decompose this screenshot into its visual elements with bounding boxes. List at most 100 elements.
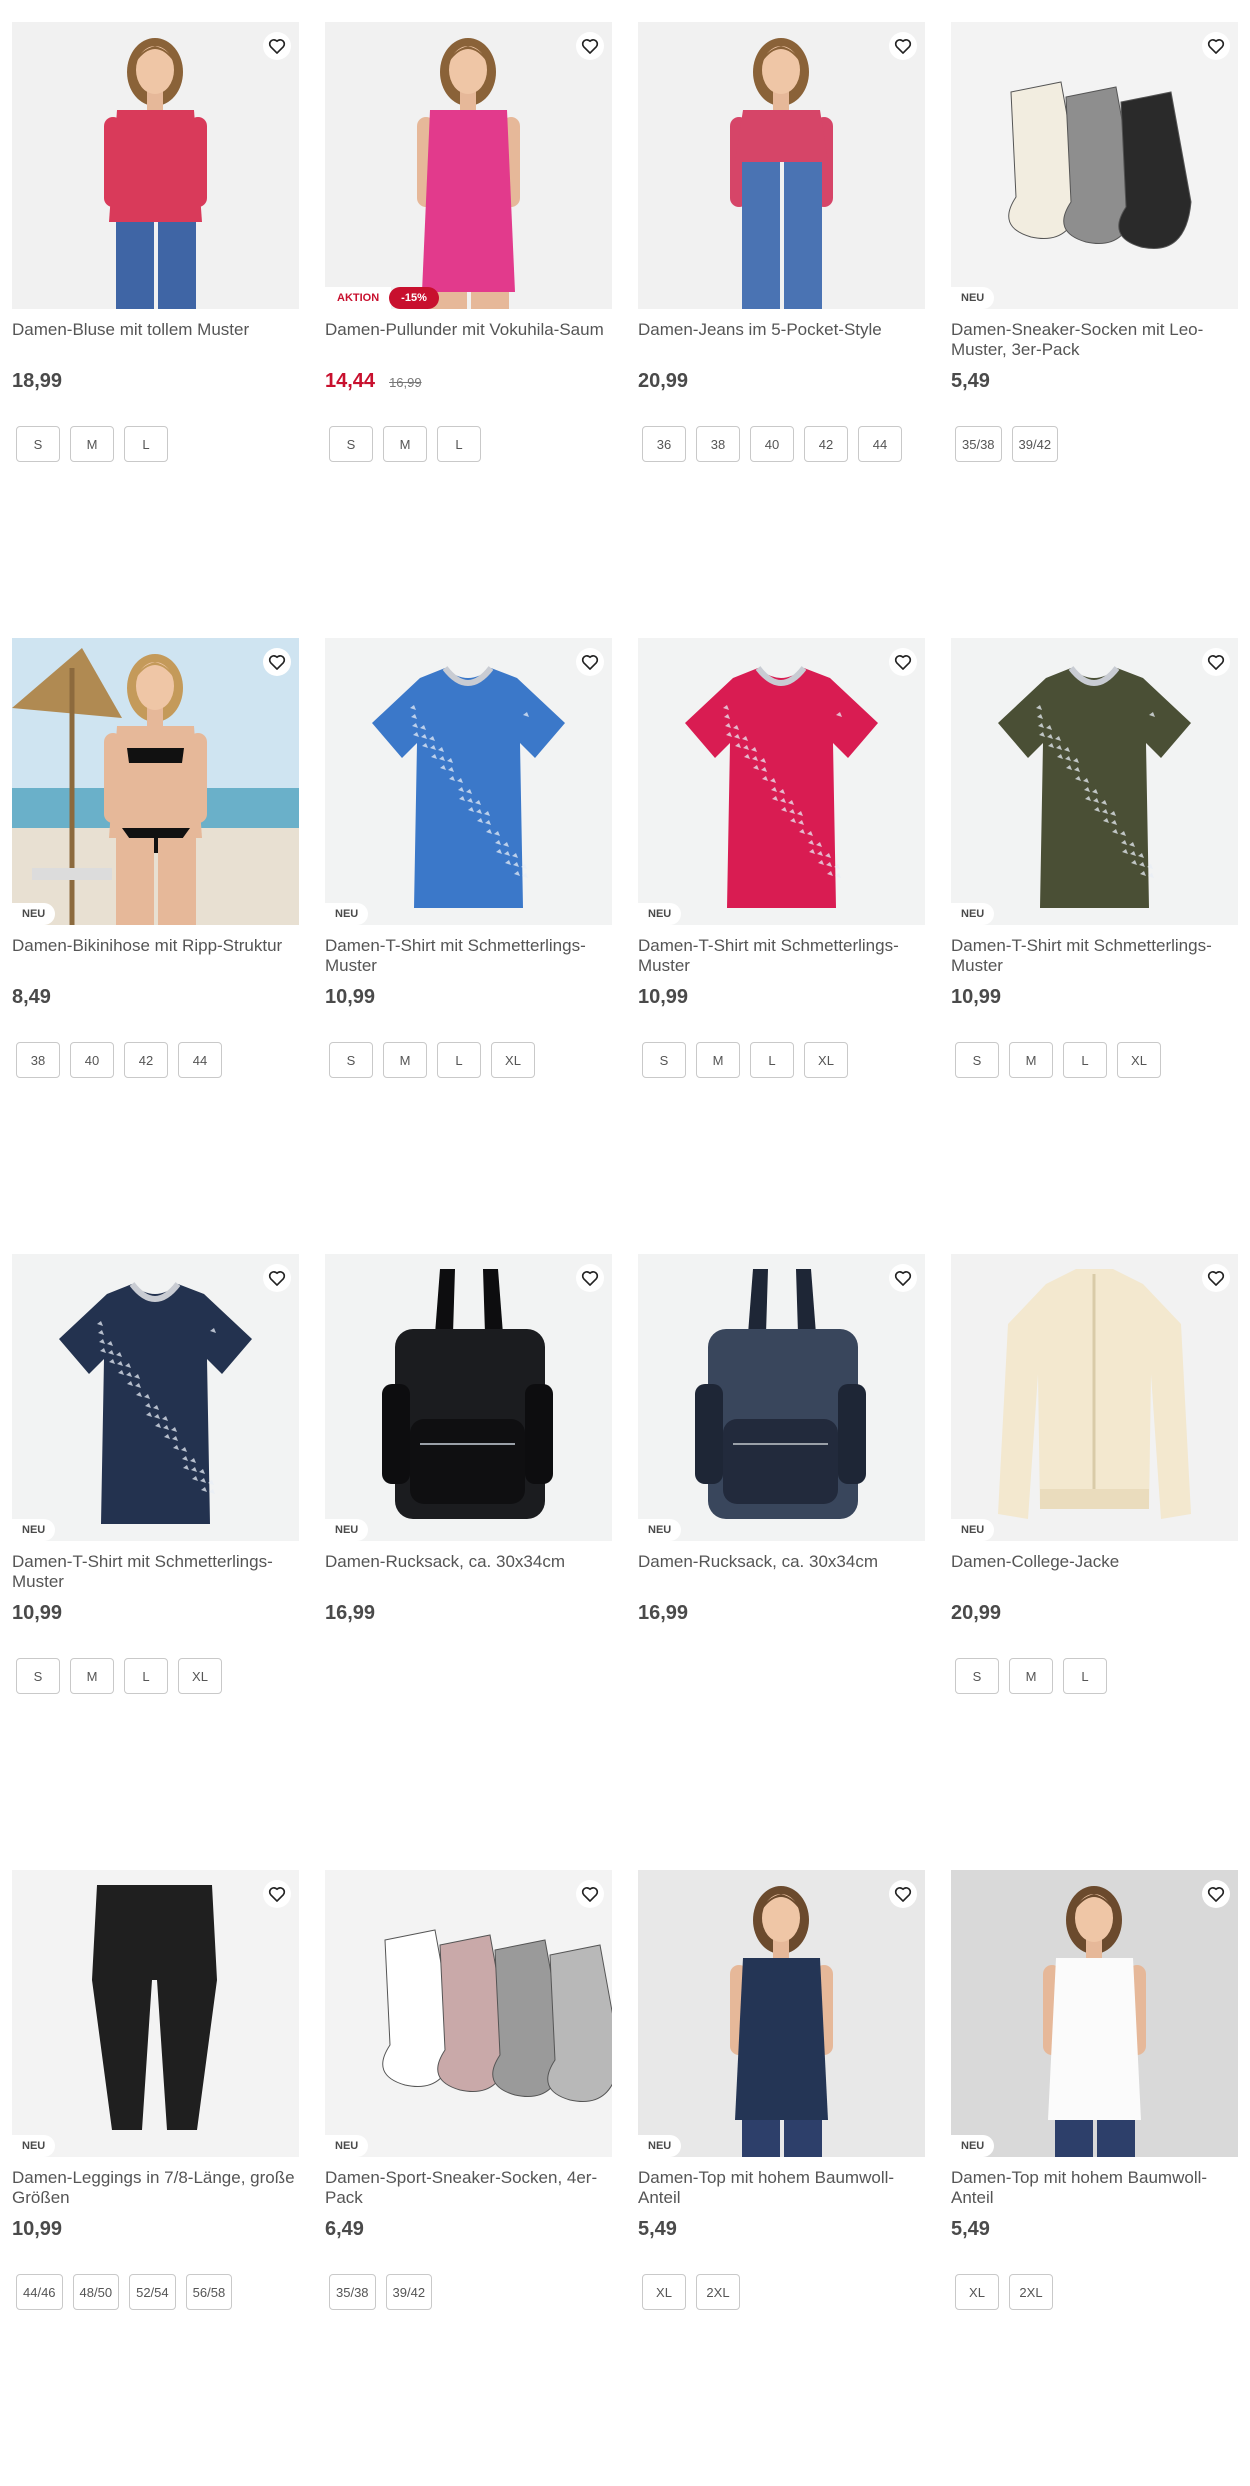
- product-image[interactable]: NEU: [638, 638, 925, 925]
- size-option[interactable]: L: [1063, 1042, 1107, 1078]
- size-option[interactable]: 52/54: [129, 2274, 176, 2310]
- size-option[interactable]: S: [16, 426, 60, 462]
- size-option[interactable]: 42: [124, 1042, 168, 1078]
- size-option[interactable]: 39/42: [1011, 426, 1059, 462]
- product-image[interactable]: NEU: [12, 1870, 299, 2157]
- size-option[interactable]: L: [437, 1042, 481, 1078]
- product-title[interactable]: Damen-Bluse mit tollem Muster: [12, 320, 299, 360]
- wishlist-heart-icon[interactable]: [1202, 32, 1230, 60]
- product-card[interactable]: NEU Damen-Sport-Sneaker-Socken, 4er-Pack…: [325, 1870, 612, 2486]
- size-option[interactable]: L: [124, 426, 168, 462]
- product-image[interactable]: NEU: [638, 1870, 925, 2157]
- size-option[interactable]: XL: [955, 2274, 999, 2310]
- size-option[interactable]: L: [124, 1658, 168, 1694]
- size-option[interactable]: S: [329, 426, 373, 462]
- size-option[interactable]: S: [16, 1658, 60, 1694]
- size-option[interactable]: 38: [696, 426, 740, 462]
- product-title[interactable]: Damen-Rucksack, ca. 30x34cm: [638, 1552, 925, 1592]
- product-image[interactable]: NEU: [951, 22, 1238, 309]
- size-option[interactable]: XL: [642, 2274, 686, 2310]
- size-option[interactable]: XL: [491, 1042, 535, 1078]
- product-card[interactable]: NEU Damen-T-Shirt mit Schmetterlings-Mus…: [325, 638, 612, 1254]
- product-title[interactable]: Damen-Sport-Sneaker-Socken, 4er-Pack: [325, 2168, 612, 2208]
- product-title[interactable]: Damen-T-Shirt mit Schmetterlings-Muster: [638, 936, 925, 976]
- wishlist-heart-icon[interactable]: [1202, 648, 1230, 676]
- size-option[interactable]: L: [750, 1042, 794, 1078]
- wishlist-heart-icon[interactable]: [576, 1264, 604, 1292]
- product-image[interactable]: [12, 22, 299, 309]
- wishlist-heart-icon[interactable]: [263, 32, 291, 60]
- product-image[interactable]: NEU: [325, 1254, 612, 1541]
- wishlist-heart-icon[interactable]: [889, 648, 917, 676]
- size-option[interactable]: L: [437, 426, 481, 462]
- size-option[interactable]: M: [1009, 1658, 1053, 1694]
- size-option[interactable]: M: [70, 426, 114, 462]
- size-option[interactable]: 2XL: [696, 2274, 740, 2310]
- product-image[interactable]: NEU: [638, 1254, 925, 1541]
- size-option[interactable]: S: [955, 1658, 999, 1694]
- product-image[interactable]: [638, 22, 925, 309]
- size-option[interactable]: XL: [804, 1042, 848, 1078]
- size-option[interactable]: 44/46: [16, 2274, 63, 2310]
- wishlist-heart-icon[interactable]: [889, 1880, 917, 1908]
- wishlist-heart-icon[interactable]: [263, 1264, 291, 1292]
- product-title[interactable]: Damen-Pullunder mit Vokuhila-Saum: [325, 320, 612, 360]
- product-image[interactable]: NEU: [951, 1254, 1238, 1541]
- size-option[interactable]: XL: [178, 1658, 222, 1694]
- size-option[interactable]: S: [329, 1042, 373, 1078]
- size-option[interactable]: M: [383, 1042, 427, 1078]
- product-title[interactable]: Damen-Jeans im 5-Pocket-Style: [638, 320, 925, 360]
- product-card[interactable]: NEU Damen-Rucksack, ca. 30x34cm 16,99: [638, 1254, 925, 1870]
- wishlist-heart-icon[interactable]: [263, 1880, 291, 1908]
- product-title[interactable]: Damen-Top mit hohem Baumwoll-Anteil: [638, 2168, 925, 2208]
- wishlist-heart-icon[interactable]: [576, 648, 604, 676]
- product-card[interactable]: AKTION -15% Damen-Pullunder mit Vokuhila…: [325, 22, 612, 638]
- size-option[interactable]: 44: [178, 1042, 222, 1078]
- wishlist-heart-icon[interactable]: [576, 32, 604, 60]
- product-card[interactable]: NEU Damen-T-Shirt mit Schmetterlings-Mus…: [12, 1254, 299, 1870]
- product-card[interactable]: NEU Damen-Top mit hohem Baumwoll-Anteil …: [951, 1870, 1238, 2486]
- size-option[interactable]: 39/42: [385, 2274, 433, 2310]
- size-option[interactable]: S: [642, 1042, 686, 1078]
- size-option[interactable]: M: [70, 1658, 114, 1694]
- product-card[interactable]: NEU Damen-T-Shirt mit Schmetterlings-Mus…: [638, 638, 925, 1254]
- size-option[interactable]: 44: [858, 426, 902, 462]
- size-option[interactable]: S: [955, 1042, 999, 1078]
- wishlist-heart-icon[interactable]: [576, 1880, 604, 1908]
- product-title[interactable]: Damen-Top mit hohem Baumwoll-Anteil: [951, 2168, 1238, 2208]
- size-option[interactable]: L: [1063, 1658, 1107, 1694]
- product-title[interactable]: Damen-T-Shirt mit Schmetterlings-Muster: [325, 936, 612, 976]
- size-option[interactable]: XL: [1117, 1042, 1161, 1078]
- product-card[interactable]: NEU Damen-T-Shirt mit Schmetterlings-Mus…: [951, 638, 1238, 1254]
- product-card[interactable]: NEU Damen-Leggings in 7/8-Länge, große G…: [12, 1870, 299, 2486]
- size-option[interactable]: M: [383, 426, 427, 462]
- product-title[interactable]: Damen-T-Shirt mit Schmetterlings-Muster: [951, 936, 1238, 976]
- wishlist-heart-icon[interactable]: [1202, 1264, 1230, 1292]
- size-option[interactable]: M: [1009, 1042, 1053, 1078]
- product-image[interactable]: NEU: [325, 1870, 612, 2157]
- product-title[interactable]: Damen-T-Shirt mit Schmetterlings-Muster: [12, 1552, 299, 1592]
- wishlist-heart-icon[interactable]: [889, 32, 917, 60]
- size-option[interactable]: 35/38: [329, 2274, 376, 2310]
- product-image[interactable]: NEU: [325, 638, 612, 925]
- product-card[interactable]: Damen-Jeans im 5-Pocket-Style 20,99 36 38…: [638, 22, 925, 638]
- size-option[interactable]: 40: [750, 426, 794, 462]
- wishlist-heart-icon[interactable]: [1202, 1880, 1230, 1908]
- product-image[interactable]: NEU: [12, 638, 299, 925]
- wishlist-heart-icon[interactable]: [889, 1264, 917, 1292]
- size-option[interactable]: 2XL: [1009, 2274, 1053, 2310]
- product-image[interactable]: NEU: [12, 1254, 299, 1541]
- size-option[interactable]: 48/50: [72, 2274, 120, 2310]
- product-title[interactable]: Damen-Rucksack, ca. 30x34cm: [325, 1552, 612, 1592]
- size-option[interactable]: M: [696, 1042, 740, 1078]
- product-card[interactable]: NEU Damen-Rucksack, ca. 30x34cm 16,99: [325, 1254, 612, 1870]
- product-title[interactable]: Damen-College-Jacke: [951, 1552, 1238, 1592]
- product-title[interactable]: Damen-Bikinihose mit Ripp-Struktur: [12, 936, 299, 976]
- product-image[interactable]: NEU: [951, 638, 1238, 925]
- product-card[interactable]: NEU Damen-Bikinihose mit Ripp-Struktur 8…: [12, 638, 299, 1254]
- size-option[interactable]: 36: [642, 426, 686, 462]
- product-card[interactable]: NEU Damen-Sneaker-Socken mit Leo-Muster,…: [951, 22, 1238, 638]
- product-image[interactable]: NEU: [951, 1870, 1238, 2157]
- product-title[interactable]: Damen-Leggings in 7/8-Länge, große Größe…: [12, 2168, 299, 2208]
- size-option[interactable]: 56/58: [185, 2274, 233, 2310]
